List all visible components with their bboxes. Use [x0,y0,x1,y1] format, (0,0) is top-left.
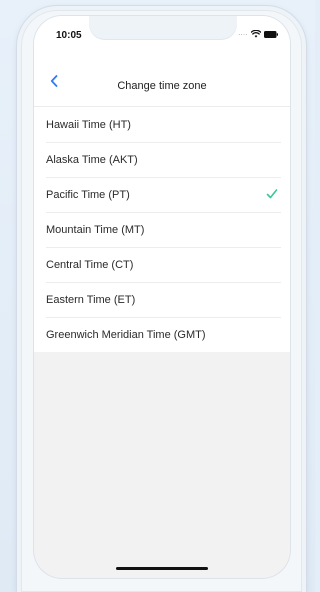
wifi-icon [251,30,261,38]
time-zone-list: Hawaii Time (HT) Alaska Time (AKT) Pacific… [34,107,290,352]
time-zone-label: Pacific Time (PT) [46,188,130,201]
time-zone-label: Greenwich Meridian Time (GMT) [46,328,206,341]
navigation-bar: Change time zone [34,56,290,107]
signal-dots-icon: .... [238,30,248,37]
time-zone-label: Alaska Time (AKT) [46,153,138,166]
time-zone-option[interactable]: Alaska Time (AKT) [34,142,290,177]
time-zone-option[interactable]: Pacific Time (PT) [34,177,290,212]
checkmark-icon [266,189,278,199]
time-zone-label: Hawaii Time (HT) [46,118,131,131]
notch [89,16,237,40]
time-zone-option[interactable]: Mountain Time (MT) [34,212,290,247]
status-icons: .... [238,29,278,39]
time-zone-label: Eastern Time (ET) [46,293,136,306]
page-title: Change time zone [117,80,207,92]
time-zone-option[interactable]: Hawaii Time (HT) [34,107,290,142]
time-zone-option[interactable]: Eastern Time (ET) [34,282,290,317]
time-zone-label: Central Time (CT) [46,258,134,271]
home-indicator [116,567,208,570]
status-time: 10:05 [56,30,82,41]
status-bar: 10:05 .... [34,16,290,56]
phone-screen: 10:05 .... Change time zone Hawaii Time … [34,16,290,578]
battery-icon [264,30,278,38]
time-zone-label: Mountain Time (MT) [46,223,145,236]
time-zone-option[interactable]: Greenwich Meridian Time (GMT) [34,317,290,352]
time-zone-option[interactable]: Central Time (CT) [34,247,290,282]
